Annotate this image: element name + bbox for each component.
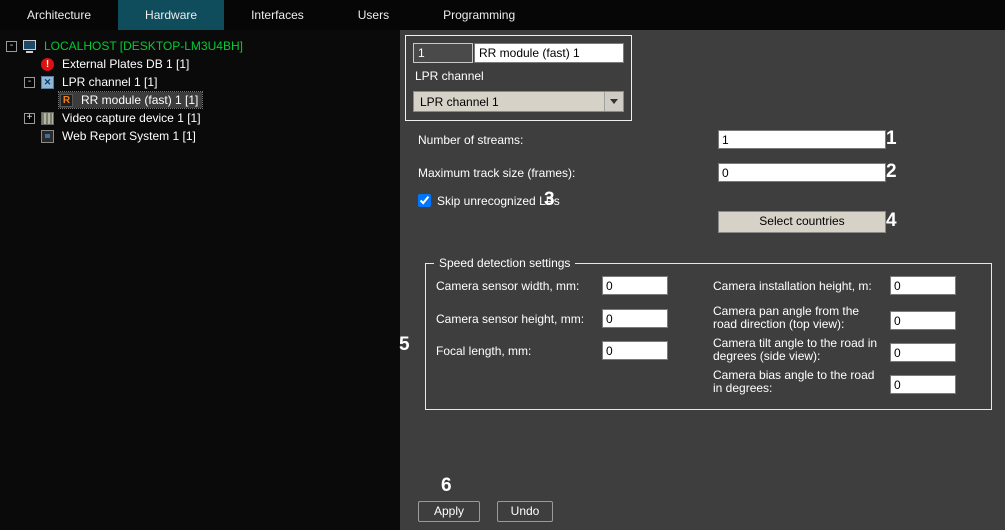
tree-row: + Video capture device 1 [1] [0, 109, 400, 127]
camera-tilt-angle-input[interactable] [890, 343, 956, 362]
collapse-icon[interactable]: - [24, 77, 35, 88]
camera-sensor-height-label: Camera sensor height, mm: [436, 313, 584, 326]
annotation-4: 4 [886, 210, 897, 232]
hardware-tree: - LOCALHOST [DESKTOP-LM3U4BH] ! External… [0, 30, 400, 530]
tab-users[interactable]: Users [331, 0, 416, 30]
camera-sensor-width-label: Camera sensor width, mm: [436, 280, 579, 293]
tree-item-localhost[interactable]: LOCALHOST [DESKTOP-LM3U4BH] [41, 38, 246, 54]
lpr-channel-dropdown[interactable]: LPR channel 1 [413, 91, 624, 112]
lpr-channel-dropdown-value: LPR channel 1 [420, 95, 499, 109]
lpr-channel-icon: ✕ [41, 76, 54, 89]
object-name-field[interactable] [474, 43, 624, 63]
camera-pan-angle-label: Camera pan angle from the road direction… [713, 305, 885, 331]
speed-detection-groupbox: Speed detection settings Camera sensor w… [425, 263, 992, 410]
focal-length-label: Focal length, mm: [436, 345, 531, 358]
object-header-box: LPR channel LPR channel 1 [405, 35, 632, 121]
lpr-channel-label: LPR channel [415, 69, 484, 83]
max-track-size-input[interactable] [718, 163, 886, 182]
app-window: Architecture Hardware Interfaces Users P… [0, 0, 1005, 530]
tree-row: R RR module (fast) 1 [1] [0, 91, 400, 109]
undo-button[interactable]: Undo [497, 501, 553, 522]
video-capture-device-icon [41, 112, 54, 125]
expand-icon[interactable]: + [24, 113, 35, 124]
annotation-6: 6 [441, 475, 452, 497]
camera-sensor-width-input[interactable] [602, 276, 668, 295]
tree-item-lpr-channel[interactable]: LPR channel 1 [1] [59, 74, 160, 90]
tree-row: - ✕ LPR channel 1 [1] [0, 73, 400, 91]
annotation-2: 2 [886, 161, 897, 183]
camera-installation-height-label: Camera installation height, m: [713, 280, 885, 293]
speed-detection-title: Speed detection settings [434, 256, 575, 270]
camera-installation-height-input[interactable] [890, 276, 956, 295]
collapse-icon[interactable]: - [6, 41, 17, 52]
skip-unrecognized-label: Skip unrecognized LPs [437, 194, 560, 208]
tab-programming[interactable]: Programming [416, 0, 542, 30]
web-report-system-icon [41, 130, 54, 143]
computer-icon [23, 40, 36, 53]
apply-button[interactable]: Apply [418, 501, 480, 522]
tab-architecture[interactable]: Architecture [0, 0, 118, 30]
object-id-field[interactable] [413, 43, 473, 63]
focal-length-input[interactable] [602, 341, 668, 360]
camera-sensor-height-input[interactable] [602, 309, 668, 328]
rr-module-icon: R [60, 94, 73, 107]
chevron-down-icon[interactable] [604, 92, 623, 111]
tree-item-external-plates-db[interactable]: External Plates DB 1 [1] [59, 56, 192, 72]
camera-pan-angle-input[interactable] [890, 311, 956, 330]
tree-item-video-capture-device[interactable]: Video capture device 1 [1] [59, 110, 204, 126]
tree-row: - LOCALHOST [DESKTOP-LM3U4BH] [0, 37, 400, 55]
select-countries-button[interactable]: Select countries [718, 211, 886, 233]
number-of-streams-label: Number of streams: [418, 133, 523, 147]
selected-tree-item[interactable]: R RR module (fast) 1 [1] [59, 92, 202, 108]
top-nav: Architecture Hardware Interfaces Users P… [0, 0, 1005, 30]
camera-bias-angle-input[interactable] [890, 375, 956, 394]
number-of-streams-input[interactable] [718, 130, 886, 149]
camera-bias-angle-label: Camera bias angle to the road in degrees… [713, 369, 885, 395]
alert-icon: ! [41, 58, 54, 71]
skip-unrecognized-checkbox[interactable] [418, 194, 431, 207]
max-track-size-label: Maximum track size (frames): [418, 166, 575, 180]
camera-tilt-angle-label: Camera tilt angle to the road in degrees… [713, 337, 885, 363]
tree-row: ! External Plates DB 1 [1] [0, 55, 400, 73]
annotation-5: 5 [399, 334, 410, 356]
tab-hardware[interactable]: Hardware [118, 0, 224, 30]
annotation-1: 1 [886, 128, 897, 150]
tab-interfaces[interactable]: Interfaces [224, 0, 331, 30]
tree-row: Web Report System 1 [1] [0, 127, 400, 145]
tree-item-rr-module[interactable]: RR module (fast) 1 [1] [78, 92, 201, 108]
tree-item-web-report-system[interactable]: Web Report System 1 [1] [59, 128, 199, 144]
annotation-3: 3 [544, 189, 555, 211]
